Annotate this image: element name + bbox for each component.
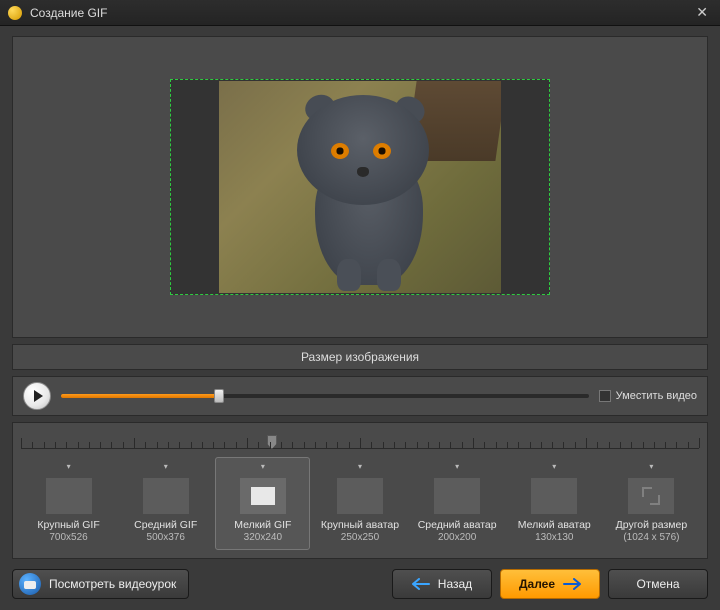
preset-thumb [337, 478, 383, 514]
preset-label: Другой размер [607, 520, 696, 532]
expand-icon [642, 487, 660, 505]
preset-label: Крупный аватар [315, 520, 404, 532]
preset-thumb [143, 478, 189, 514]
back-button[interactable]: Назад [392, 569, 492, 599]
preset-5[interactable]: ▾ Мелкий аватар130x130 [507, 457, 602, 550]
preset-dimensions: 500x376 [121, 532, 210, 543]
next-label: Далее [519, 577, 555, 591]
back-label: Назад [438, 577, 472, 591]
fit-video-checkbox[interactable]: Уместить видео [599, 390, 697, 402]
checkbox-icon [599, 390, 611, 402]
chevron-down-icon: ▾ [218, 462, 307, 474]
chevron-down-icon: ▾ [413, 462, 502, 474]
preset-label: Средний GIF [121, 520, 210, 532]
watch-tutorial-label: Посмотреть видеоурок [49, 577, 176, 591]
titlebar: Создание GIF ✕ [0, 0, 720, 26]
preview-image [219, 81, 501, 293]
arrow-left-icon [412, 578, 430, 590]
seek-slider[interactable] [61, 394, 589, 398]
preset-dimensions: 700x526 [24, 532, 113, 543]
preset-dimensions: 130x130 [510, 532, 599, 543]
preset-thumb [240, 478, 286, 514]
preset-0[interactable]: ▾ Крупный GIF700x526 [21, 457, 116, 550]
size-presets-panel: ▾ Крупный GIF700x526 ▾ Средний GIF500x376 ▾ М… [12, 422, 708, 559]
preset-list: ▾ Крупный GIF700x526 ▾ Средний GIF500x376 ▾ М… [21, 457, 699, 550]
preset-dimensions: 250x250 [315, 532, 404, 543]
section-label: Размер изображения [12, 344, 708, 370]
ruler-marker-icon[interactable] [267, 435, 277, 449]
preset-thumb [434, 478, 480, 514]
preset-label: Крупный GIF [24, 520, 113, 532]
size-ruler[interactable] [21, 431, 699, 449]
chevron-down-icon: ▾ [121, 462, 210, 474]
footer: Посмотреть видеоурок Назад Далее Отмена [0, 559, 720, 609]
play-button[interactable] [23, 382, 51, 410]
app-icon [8, 6, 22, 20]
preset-4[interactable]: ▾ Средний аватар200x200 [410, 457, 505, 550]
preview-area [12, 36, 708, 338]
window-title: Создание GIF [30, 6, 692, 20]
close-icon[interactable]: ✕ [692, 4, 712, 21]
preset-label: Мелкий GIF [218, 520, 307, 532]
preset-2[interactable]: ▾ Мелкий GIF320x240 [215, 457, 310, 550]
preset-6[interactable]: ▾ Другой размер(1024 x 576) [604, 457, 699, 550]
play-icon [34, 390, 43, 402]
playback-row: Уместить видео [12, 376, 708, 416]
camera-icon [19, 573, 41, 595]
preset-3[interactable]: ▾ Крупный аватар250x250 [312, 457, 407, 550]
watch-tutorial-button[interactable]: Посмотреть видеоурок [12, 569, 189, 599]
arrow-right-icon [563, 578, 581, 590]
chevron-down-icon: ▾ [607, 462, 696, 474]
preset-thumb [628, 478, 674, 514]
preset-dimensions: 320x240 [218, 532, 307, 543]
preset-label: Средний аватар [413, 520, 502, 532]
next-button[interactable]: Далее [500, 569, 600, 599]
preset-dimensions: (1024 x 576) [607, 532, 696, 543]
chevron-down-icon: ▾ [510, 462, 599, 474]
chevron-down-icon: ▾ [24, 462, 113, 474]
preset-dimensions: 200x200 [413, 532, 502, 543]
preset-thumb [46, 478, 92, 514]
cancel-button[interactable]: Отмена [608, 569, 708, 599]
chevron-down-icon: ▾ [315, 462, 404, 474]
preset-1[interactable]: ▾ Средний GIF500x376 [118, 457, 213, 550]
fit-video-label: Уместить видео [616, 390, 697, 402]
cancel-label: Отмена [636, 577, 679, 591]
crop-frame[interactable] [170, 79, 550, 295]
preset-label: Мелкий аватар [510, 520, 599, 532]
preset-thumb [531, 478, 577, 514]
